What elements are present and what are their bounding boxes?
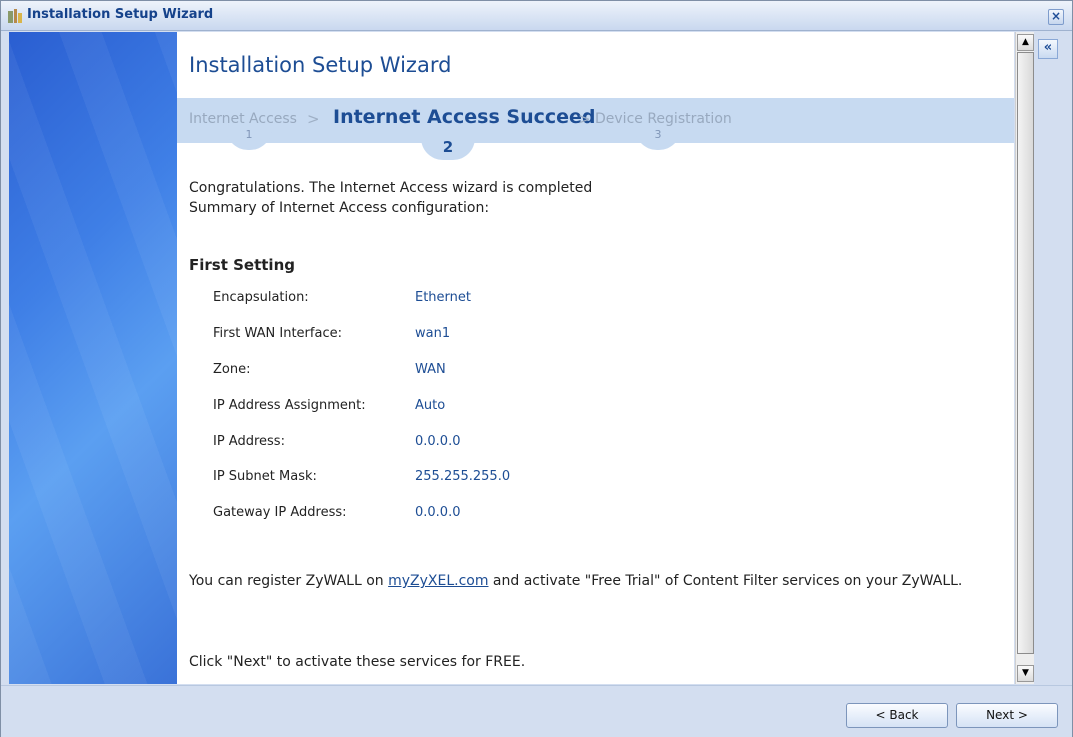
value-ip-subnet-mask: 255.255.255.0 xyxy=(415,469,511,484)
title-bar: Installation Setup Wizard × xyxy=(1,1,1072,31)
label-ip-subnet-mask: IP Subnet Mask: xyxy=(213,469,317,484)
section-first-setting: First Setting xyxy=(189,256,295,274)
scroll-up-arrow-icon[interactable]: ▲ xyxy=(1017,34,1034,51)
wizard-step-band: Internet Access > Internet Access Succee… xyxy=(177,98,1014,143)
value-ip-address: 0.0.0.0 xyxy=(415,434,461,449)
value-gateway-ip-address: 0.0.0.0 xyxy=(415,505,461,520)
wizard-content: Installation Setup Wizard Internet Acces… xyxy=(177,32,1014,684)
next-hint-text: Click "Next" to activate these services … xyxy=(189,654,526,670)
value-first-wan-interface: wan1 xyxy=(415,326,451,341)
label-gateway-ip-address: Gateway IP Address: xyxy=(213,505,347,520)
value-zone: WAN xyxy=(415,362,446,377)
scroll-thumb[interactable] xyxy=(1017,52,1034,654)
step-internet-access: Internet Access xyxy=(189,111,297,127)
wizard-footer: < Back Next > xyxy=(1,685,1072,737)
label-ip-address: IP Address: xyxy=(213,434,285,449)
window-title: Installation Setup Wizard xyxy=(27,7,214,22)
close-icon[interactable]: × xyxy=(1048,9,1064,25)
value-ip-address-assignment: Auto xyxy=(415,398,446,413)
back-button[interactable]: < Back xyxy=(846,703,948,728)
content-scrollbar[interactable]: ▲ ▼ xyxy=(1015,32,1034,684)
label-encapsulation: Encapsulation: xyxy=(213,290,309,305)
step-number-2: 2 xyxy=(421,128,475,160)
register-text-pre: You can register ZyWALL on xyxy=(189,573,389,589)
register-text: You can register ZyWALL on myZyXEL.com a… xyxy=(189,573,962,589)
intro-line-2: Summary of Internet Access configuration… xyxy=(189,200,490,216)
myzyxel-link[interactable]: myZyXEL.com xyxy=(388,573,488,589)
step-separator: > xyxy=(578,110,591,128)
intro-line-1: Congratulations. The Internet Access wiz… xyxy=(189,180,593,196)
next-button[interactable]: Next > xyxy=(956,703,1058,728)
wizard-sidebar-graphic xyxy=(9,32,177,684)
wizard-title: Installation Setup Wizard xyxy=(189,53,452,77)
label-zone: Zone: xyxy=(213,362,251,377)
collapse-panel-icon[interactable]: « xyxy=(1038,39,1058,59)
step-device-registration: Device Registration xyxy=(595,111,732,127)
wizard-app-icon xyxy=(8,9,22,23)
wizard-window: Installation Setup Wizard × Installation… xyxy=(0,0,1073,737)
step-number-3: 3 xyxy=(635,128,681,150)
register-text-post: and activate "Free Trial" of Content Fil… xyxy=(488,573,963,589)
label-ip-address-assignment: IP Address Assignment: xyxy=(213,398,366,413)
label-first-wan-interface: First WAN Interface: xyxy=(213,326,342,341)
value-encapsulation: Ethernet xyxy=(415,290,471,305)
step-number-1: 1 xyxy=(226,128,272,150)
step-separator: > xyxy=(307,110,320,128)
scroll-down-arrow-icon[interactable]: ▼ xyxy=(1017,665,1034,682)
step-internet-access-succeed: Internet Access Succeed xyxy=(333,106,596,128)
